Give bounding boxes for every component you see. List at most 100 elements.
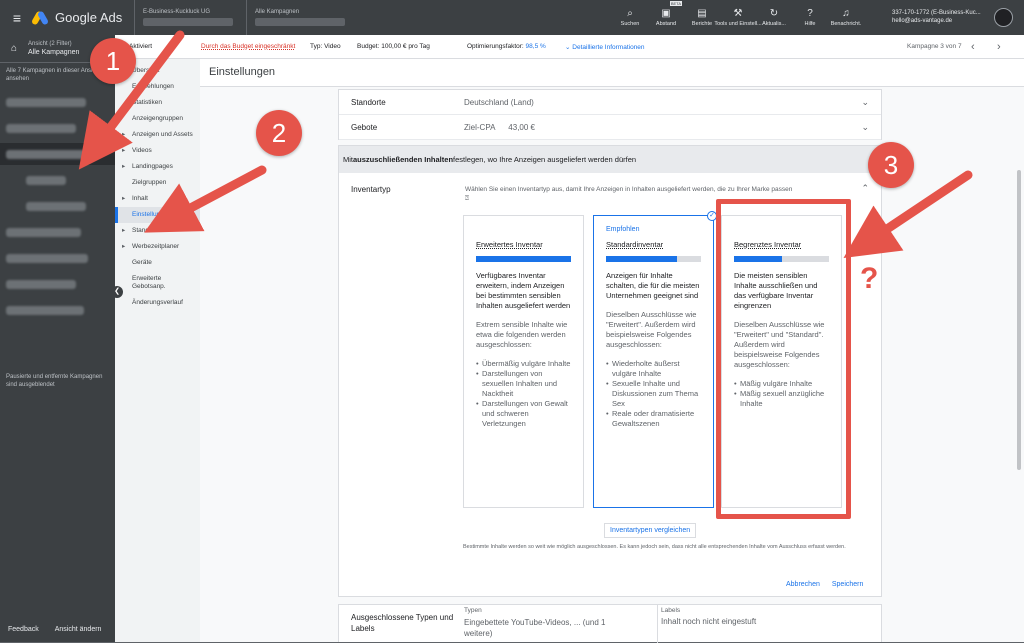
menu-icon[interactable]: ≡ <box>0 10 34 26</box>
subnav-item[interactable]: Landingpages <box>115 159 200 175</box>
bell-tool[interactable]: ♫ Benachricht. <box>828 0 864 35</box>
campaign-item[interactable] <box>0 273 115 295</box>
exclusion-footnote: Bestimmte Inhalte werden so weit wie mög… <box>463 544 846 550</box>
wrench-icon: ⚒ <box>733 8 743 19</box>
chevron-down-icon[interactable]: ⌄ <box>861 122 869 133</box>
account-info[interactable]: 337-170-1772 (E-Business-Kuc... hello@ad… <box>892 9 981 25</box>
campaign-item[interactable] <box>0 195 115 217</box>
subnav-item[interactable]: Standorte <box>115 223 200 239</box>
inventory-option[interactable]: Erweitertes Inventar Verfügbares Inventar… <box>463 215 584 508</box>
campaign-crumb-label: Alle Kampagnen <box>255 9 300 15</box>
subnav-item[interactable]: Anzeigengruppen <box>115 111 200 127</box>
subnav-item[interactable]: Statistiken <box>115 95 200 111</box>
subnav-item[interactable]: Inhalt <box>115 191 200 207</box>
change-view-link[interactable]: Ansicht ändern <box>55 626 102 633</box>
appearance-tool[interactable]: ▣ Abstand BETA <box>648 0 684 35</box>
subnav-item[interactable]: Anzeigen und Assets <box>115 127 200 143</box>
tool-label: Berichte <box>691 21 713 27</box>
inventory-type-description: Wählen Sie einen Inventartyp aus, damit … <box>465 186 793 202</box>
campaign-breadcrumb[interactable]: Alle Kampagnen <box>246 0 366 35</box>
subnav-item[interactable]: Videos <box>115 143 200 159</box>
save-button[interactable]: Speichern <box>832 581 864 588</box>
home-icon[interactable]: ⌂ <box>0 43 28 54</box>
campaign-budget[interactable]: Budget: 100,00 € pro Tag <box>357 43 430 50</box>
reports-icon: ▤ <box>697 8 707 19</box>
content-exclusion-heading: Mit auszuschließenden Inhalten festlegen… <box>339 146 881 173</box>
bell-icon: ♫ <box>842 8 850 19</box>
account-breadcrumb[interactable]: E-Business-Kuckluck UG <box>134 0 246 35</box>
campaign-item[interactable] <box>0 247 115 269</box>
chevron-up-icon[interactable]: ⌃ <box>861 183 869 194</box>
campaign-navigation: ⌂ Ansicht (2 Filter) Alle Kampagnen Alle… <box>0 35 115 642</box>
row-value: Ziel-CPA 43,00 € <box>464 122 535 132</box>
subnav-item[interactable]: Zielgruppen <box>115 175 200 191</box>
tool-label: Suchen <box>620 21 640 27</box>
next-campaign-icon[interactable]: › <box>997 41 1001 53</box>
account-selector[interactable] <box>143 18 233 26</box>
details-link[interactable]: ⌄ Detaillierte Informationen <box>565 43 645 51</box>
cancel-button[interactable]: Abbrechen <box>786 581 820 588</box>
help-icon[interactable]: ⍰ <box>465 195 469 202</box>
exclusion-item: Reale oder dramatisierte Gewaltszenen <box>606 409 701 429</box>
excluded-types-label: Ausgeschlossene Typen und Labels <box>351 613 454 633</box>
settings-summary-card: Standorte Deutschland (Land) ⌄ Gebote Zi… <box>338 89 882 140</box>
reports-tool[interactable]: ▤ Berichte <box>684 0 720 35</box>
campaign-selector[interactable] <box>255 18 345 26</box>
subnav-item[interactable]: Werbezeitplaner <box>115 239 200 255</box>
inventory-level-bar <box>606 256 701 262</box>
appearance-icon: ▣ <box>661 8 671 19</box>
toolbar: ⌕ Suchen ▣ Abstand BETA ▤ Berichte ⚒ Tools und E… <box>612 0 864 35</box>
refresh-icon: ↻ <box>769 8 779 19</box>
subnav-item[interactable]: Änderungsverlauf <box>115 295 200 311</box>
budget-warning[interactable]: Durch das Budget eingeschränkt <box>201 43 295 50</box>
account-id: 337-170-1772 (E-Business-Kuc... <box>892 10 981 16</box>
exclusion-item: Sexuelle Inhalte und Diskussionen zum Th… <box>606 379 701 409</box>
inventory-option[interactable]: Begrenztes Inventar Die meisten sensiblen… <box>721 215 842 508</box>
exclusion-item: Übermäßig vulgäre Inhalte <box>476 359 571 369</box>
chevron-down-icon[interactable]: ⌄ <box>861 97 869 108</box>
subnav-item[interactable]: Erweiterte Gebotsanp. <box>115 271 200 295</box>
option-name: Begrenztes Inventar <box>734 240 802 249</box>
campaign-item[interactable] <box>0 169 115 191</box>
option-detail: Dieselben Ausschlüsse wie "Erweitert". A… <box>606 310 697 349</box>
exclusion-item: Darstellungen von sexuellen Inhalten und… <box>476 369 571 399</box>
row-value: Deutschland (Land) <box>464 97 534 107</box>
annotation-number-3: 3 <box>868 142 914 188</box>
account-crumb-label: E-Business-Kuckluck UG <box>143 9 211 15</box>
subnav-item[interactable]: Empfehlungen <box>115 79 200 95</box>
page-title: Einstellungen <box>200 59 1024 87</box>
campaign-item-selected[interactable] <box>0 143 115 165</box>
subnav-item[interactable]: Geräte <box>115 255 200 271</box>
hidden-campaigns-note: Pausierte und entfernte Kampagnen sind a… <box>6 374 103 388</box>
collapse-nav-icon[interactable]: ❮ <box>111 286 123 298</box>
subnav-item[interactable]: Einstellungen <box>115 207 200 223</box>
search-tool[interactable]: ⌕ Suchen <box>612 0 648 35</box>
campaign-type: Typ: Video <box>310 43 341 50</box>
feedback-link[interactable]: Feedback <box>8 626 39 633</box>
beta-badge: BETA <box>669 1 682 6</box>
settings-row-locations[interactable]: Standorte Deutschland (Land) ⌄ <box>339 90 881 115</box>
row-key: Standorte <box>351 97 386 107</box>
avatar[interactable] <box>994 8 1013 27</box>
campaign-item[interactable] <box>0 221 115 243</box>
campaign-item[interactable] <box>0 299 115 321</box>
scrollbar[interactable] <box>1017 170 1021 470</box>
refresh-tool[interactable]: ↻ Aktualis... <box>756 0 792 35</box>
settings-row-bidding[interactable]: Gebote Ziel-CPA 43,00 € ⌄ <box>339 115 881 140</box>
excluded-types-card[interactable]: Ausgeschlossene Typen und Labels Typen E… <box>338 604 882 643</box>
optimization-score[interactable]: Optimierungsfaktor: 98,5 % <box>467 43 546 50</box>
campaign-item[interactable] <box>0 117 115 139</box>
inventory-type-label: Inventartyp <box>351 185 391 194</box>
labels-heading: Labels <box>661 607 681 614</box>
previous-campaign-icon[interactable]: ‹ <box>971 41 975 53</box>
view-label: Ansicht (2 Filter) <box>28 41 72 47</box>
google-ads-logo[interactable]: Google Ads <box>30 9 134 26</box>
compare-inventory-button[interactable]: Inventartypen vergleichen <box>604 523 697 538</box>
annotation-number-2: 2 <box>256 110 302 156</box>
wrench-tool[interactable]: ⚒ Tools und Einstell... <box>714 0 761 35</box>
option-summary: Anzeigen für Inhalte schalten, die für d… <box>606 271 700 300</box>
help-icon: ? <box>807 8 813 19</box>
help-tool[interactable]: ? Hilfe <box>792 0 828 35</box>
campaign-item[interactable] <box>0 91 115 113</box>
inventory-option[interactable]: Empfohlen Standardinventar Anzeigen für In… <box>593 215 714 508</box>
